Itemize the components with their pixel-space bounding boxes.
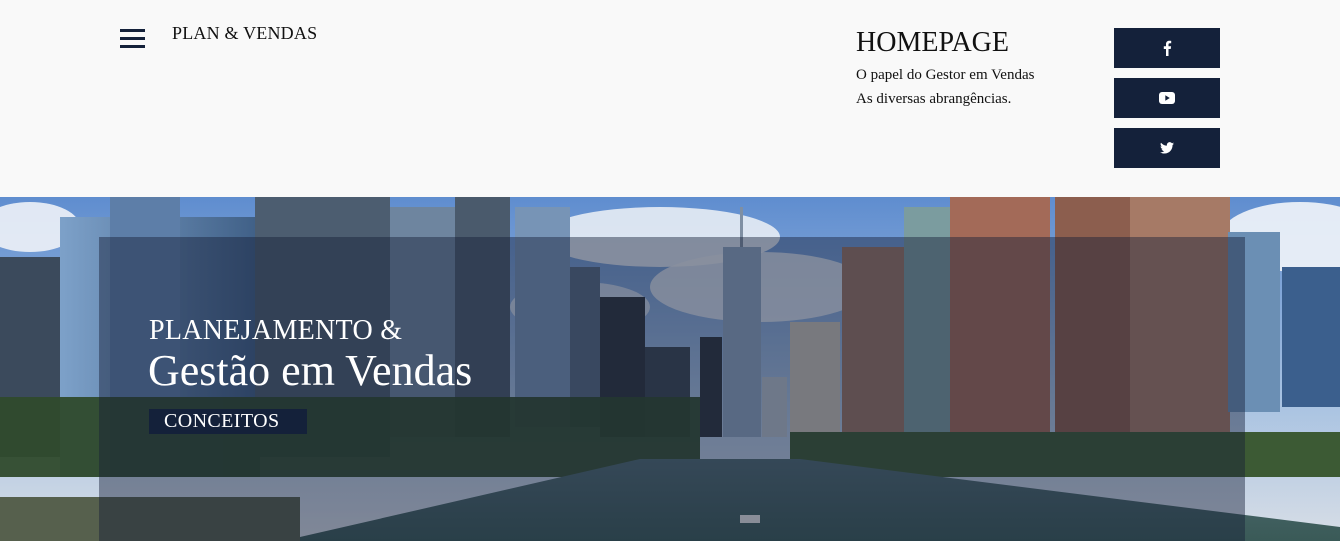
site-header: PLAN & VENDAS HOMEPAGE O papel do Gestor… — [0, 0, 1340, 197]
hero-title: Gestão em Vendas — [148, 346, 473, 395]
hamburger-menu-icon[interactable] — [120, 29, 145, 51]
twitter-button[interactable] — [1114, 128, 1220, 168]
twitter-icon — [1160, 142, 1174, 154]
facebook-icon — [1163, 40, 1172, 56]
hero-tag-conceitos[interactable]: CONCEITOS — [149, 409, 307, 434]
facebook-button[interactable] — [1114, 28, 1220, 68]
homepage-line-2: As diversas abrangências. — [856, 91, 1012, 107]
youtube-button[interactable] — [1114, 78, 1220, 118]
site-brand[interactable]: PLAN & VENDAS — [172, 23, 317, 44]
youtube-icon — [1159, 92, 1175, 104]
homepage-title: HOMEPAGE — [856, 27, 1009, 58]
homepage-line-1: O papel do Gestor em Vendas — [856, 67, 1035, 83]
hero-banner: PLANEJAMENTO & Gestão em Vendas CONCEITO… — [0, 197, 1340, 541]
hero-kicker: PLANEJAMENTO & — [149, 315, 403, 346]
